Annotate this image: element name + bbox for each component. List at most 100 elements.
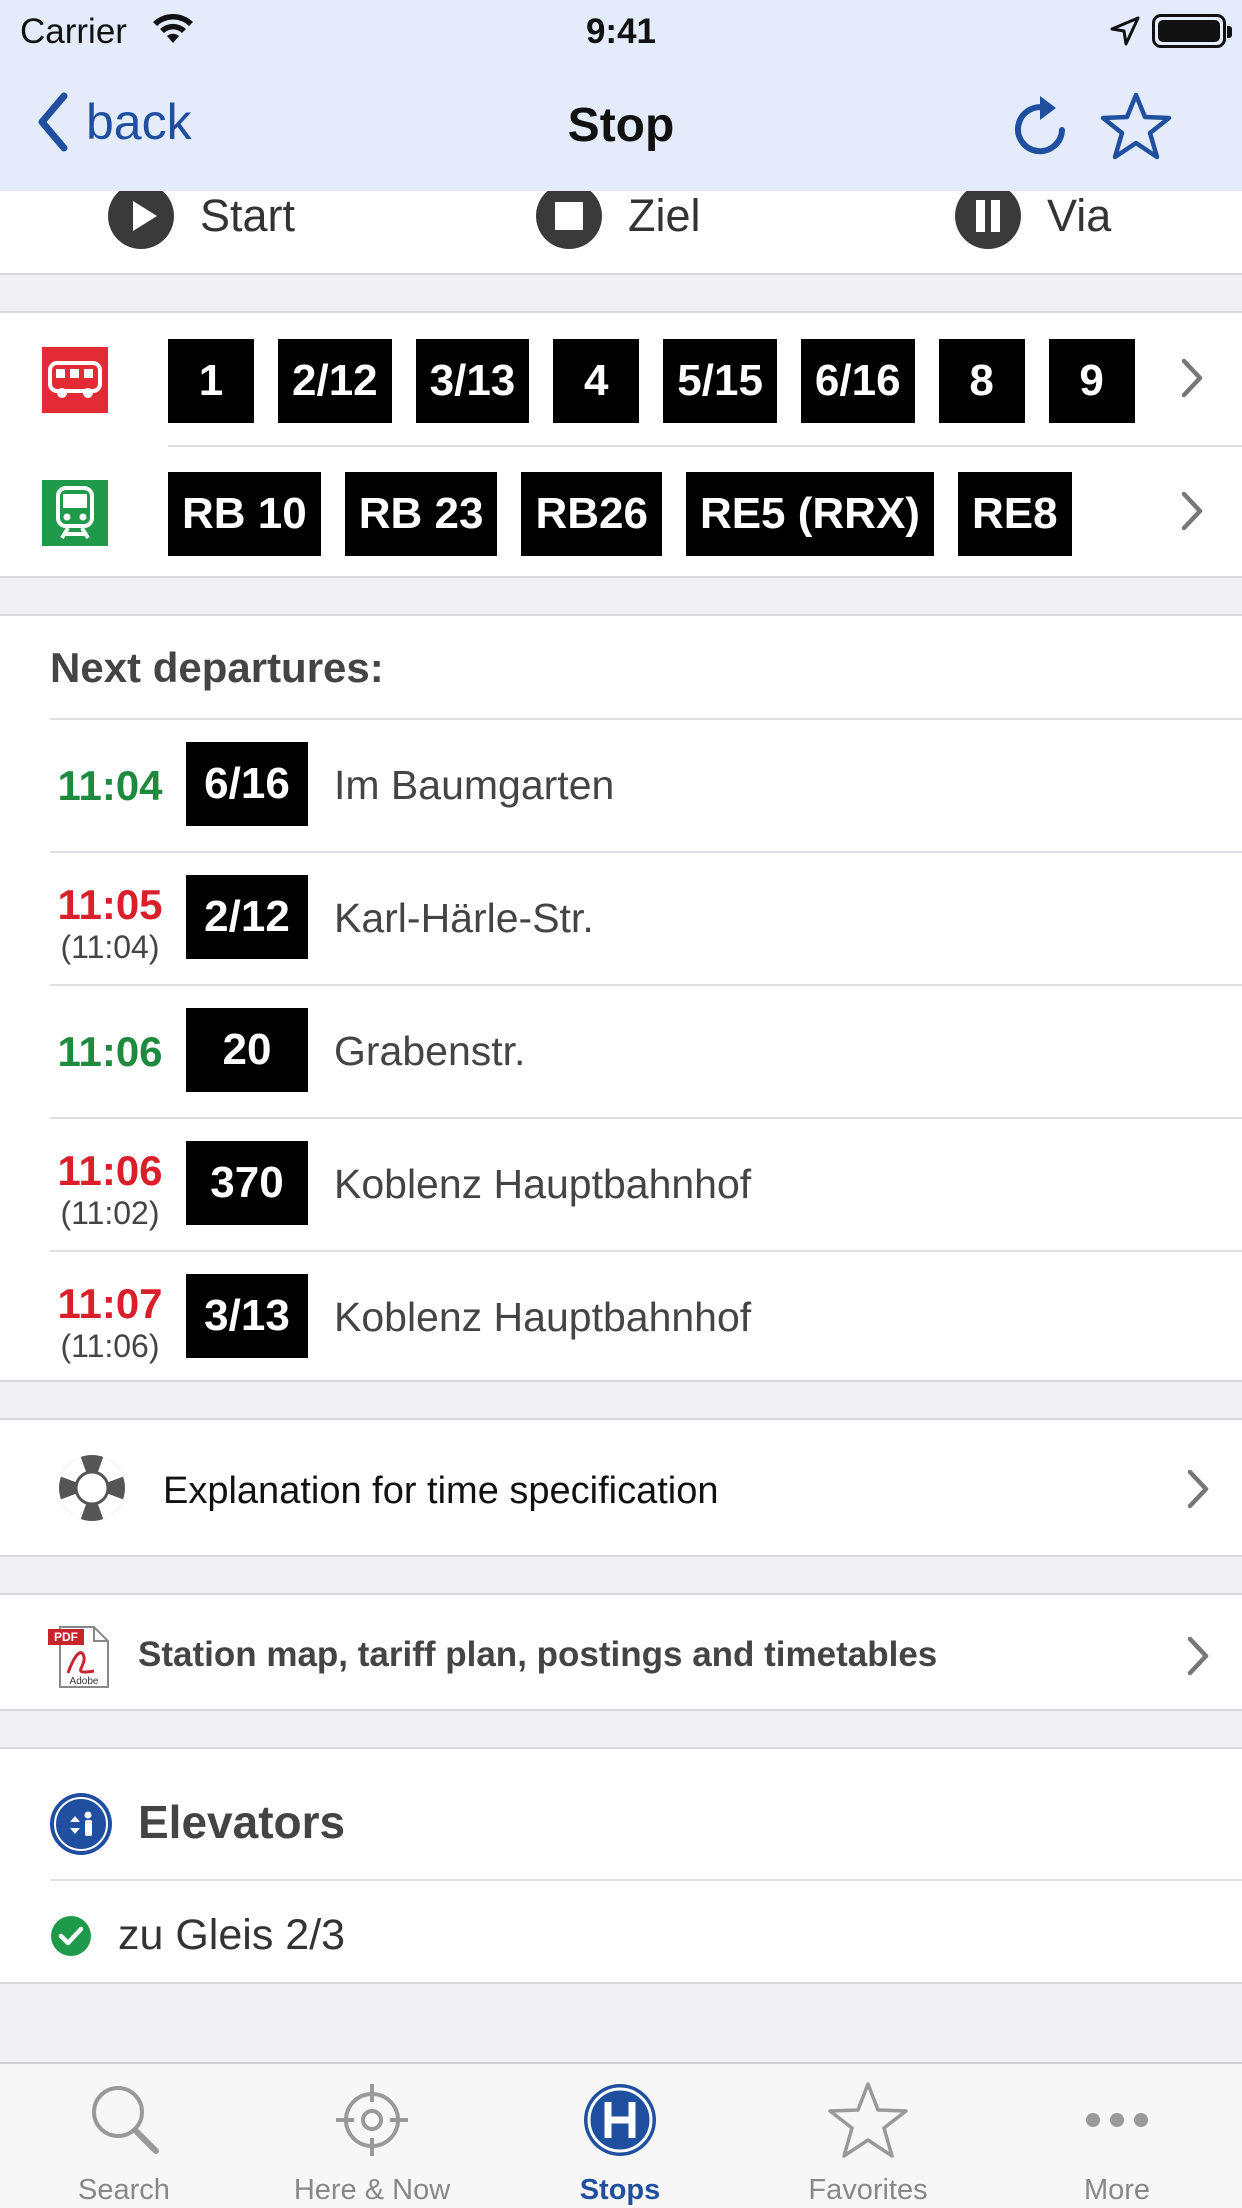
start-label: Start — [200, 190, 296, 241]
pause-icon — [955, 183, 1021, 249]
station-documents-row[interactable]: PDF Adobe Station map, tariff plan, post… — [0, 1593, 1242, 1711]
nav-bar: back Stop — [0, 62, 1242, 191]
favorite-button[interactable] — [1100, 90, 1172, 167]
location-arrow-icon — [1110, 16, 1140, 51]
line-badge[interactable]: 2/12 — [186, 875, 308, 959]
more-icon — [1086, 2113, 1148, 2127]
tab-label: Here & Now — [293, 2174, 451, 2206]
departure-time: 11:06 — [57, 1147, 163, 1194]
scheduled-time: (11:06) — [60, 1328, 160, 1364]
play-icon — [108, 183, 174, 249]
back-label: back — [86, 94, 192, 150]
destination-label: Koblenz Hauptbahnhof — [334, 1161, 752, 1207]
explanation-label: Explanation for time specification — [163, 1470, 719, 1512]
lines-card: 1 2/12 3/13 4 5/15 6/16 8 9 RB 10 RB 23 RB26 RE5 (… — [0, 311, 1242, 578]
line-badge[interactable]: RE5 (RRX) — [685, 472, 934, 556]
line-badge[interactable]: 9 — [1048, 339, 1135, 423]
tab-favorites[interactable]: Favorites — [744, 2064, 992, 2208]
time-explanation-row[interactable]: Explanation for time specification — [0, 1418, 1242, 1557]
departure-row[interactable]: 11:05 (11:04) 2/12 Karl-Härle-Str. — [0, 851, 1242, 984]
scheduled-time: (11:04) — [60, 929, 160, 965]
tab-label: More — [1083, 2174, 1151, 2206]
destination-label: Koblenz Hauptbahnhof — [334, 1294, 752, 1340]
line-badge[interactable]: 6/16 — [186, 742, 308, 826]
line-badge[interactable]: RB 23 — [344, 472, 498, 556]
line-badge[interactable]: 4 — [553, 339, 640, 423]
line-badge[interactable]: RB26 — [521, 472, 662, 556]
star-icon — [828, 2082, 908, 2158]
line-badge[interactable]: 5/15 — [663, 339, 777, 423]
tab-bar: Search Here & Now Stops Favorites More — [0, 2062, 1242, 2208]
elevator-item-label: zu Gleis 2/3 — [118, 1911, 346, 1959]
train-lines-row[interactable]: RB 10 RB 23 RB26 RE5 (RRX) RE8 — [0, 446, 1242, 578]
departure-row[interactable]: 11:07 (11:06) 3/13 Koblenz Hauptbahnhof — [0, 1250, 1242, 1383]
adobe-icon-text: Adobe — [70, 1676, 99, 1687]
chevron-right-icon[interactable] — [1180, 357, 1204, 399]
chevron-right-icon — [1187, 1469, 1209, 1509]
tab-label: Stops — [579, 2174, 661, 2206]
tab-search[interactable]: Search — [0, 2064, 248, 2208]
departure-row[interactable]: 11:06 (11:02) 370 Koblenz Hauptbahnhof — [0, 1117, 1242, 1250]
back-button[interactable]: back — [36, 92, 192, 152]
documents-label: Station map, tariff plan, postings and t… — [138, 1635, 938, 1674]
lifebuoy-icon — [59, 1455, 125, 1521]
destination-label: Grabenstr. — [334, 1028, 526, 1074]
via-button[interactable]: Via — [955, 183, 1111, 249]
tab-label: Favorites — [808, 2174, 928, 2206]
line-badge[interactable]: 20 — [186, 1008, 308, 1092]
elevator-icon — [50, 1793, 112, 1855]
start-button[interactable]: Start — [108, 183, 295, 249]
elevators-card: Elevators zu Gleis 2/3 — [0, 1747, 1242, 1984]
stop-square-icon — [536, 183, 602, 249]
train-icon — [42, 480, 108, 546]
pdf-file-icon: PDF Adobe — [48, 1626, 109, 1688]
status-bar: Carrier 9:41 — [0, 0, 1242, 62]
scheduled-time: (11:02) — [60, 1195, 160, 1231]
via-label: Via — [1047, 190, 1112, 241]
line-badge[interactable]: 370 — [186, 1141, 308, 1225]
clock: 9:41 — [585, 12, 657, 51]
bus-line-badges: 1 2/12 3/13 4 5/15 6/16 8 9 — [168, 339, 1146, 423]
header: Carrier 9:41 back Stop — [0, 0, 1242, 191]
refresh-button[interactable] — [1010, 92, 1074, 167]
chevron-right-icon[interactable] — [1180, 490, 1204, 532]
departure-row[interactable]: 11:06 20 Grabenstr. — [0, 984, 1242, 1117]
elevator-item: zu Gleis 2/3 — [50, 1911, 345, 1960]
chevron-left-icon — [38, 92, 68, 152]
line-badge[interactable]: 6/16 — [800, 339, 915, 423]
line-badge[interactable]: 1 — [168, 339, 254, 423]
bus-lines-row[interactable]: 1 2/12 3/13 4 5/15 6/16 8 9 — [0, 313, 1242, 445]
check-circle-icon — [51, 1915, 91, 1956]
line-badge[interactable]: 3/13 — [415, 339, 530, 423]
stop-h-icon — [584, 2084, 656, 2156]
departure-row[interactable]: 11:04 6/16 Im Baumgarten — [0, 718, 1242, 851]
departure-time: 11:04 — [57, 762, 163, 809]
route-actions: Start Ziel Via — [0, 183, 1242, 275]
departure-time: 11:06 — [57, 1028, 163, 1075]
ziel-label: Ziel — [628, 190, 701, 241]
tab-more[interactable]: More — [992, 2064, 1242, 2208]
refresh-icon — [1015, 96, 1065, 155]
chevron-right-icon — [1187, 1636, 1209, 1676]
tab-label: Search — [78, 2174, 170, 2206]
departure-time: 11:05 — [57, 881, 163, 928]
line-badge[interactable]: 3/13 — [186, 1274, 308, 1358]
pdf-icon-text: PDF — [54, 1630, 78, 1644]
bus-icon — [42, 347, 108, 413]
crosshair-icon — [336, 2084, 408, 2156]
tab-stops[interactable]: Stops — [496, 2064, 744, 2208]
ziel-button[interactable]: Ziel — [536, 183, 701, 249]
line-badge[interactable]: RE8 — [957, 472, 1072, 556]
line-badge[interactable]: 2/12 — [278, 339, 392, 423]
train-line-badges: RB 10 RB 23 RB26 RE5 (RRX) RE8 — [168, 472, 1146, 556]
elevators-title: Elevators — [138, 1796, 346, 1848]
search-icon — [92, 2086, 159, 2154]
departure-time: 11:07 — [57, 1280, 163, 1327]
battery-icon — [1152, 14, 1232, 48]
destination-label: Im Baumgarten — [334, 762, 615, 808]
tab-here-now[interactable]: Here & Now — [248, 2064, 496, 2208]
line-badge[interactable]: 8 — [938, 339, 1025, 423]
line-badge[interactable]: RB 10 — [168, 472, 321, 556]
departures-card: Next departures: 11:04 6/16 Im Baumgarten 1… — [0, 614, 1242, 1382]
destination-label: Karl-Härle-Str. — [334, 895, 594, 941]
